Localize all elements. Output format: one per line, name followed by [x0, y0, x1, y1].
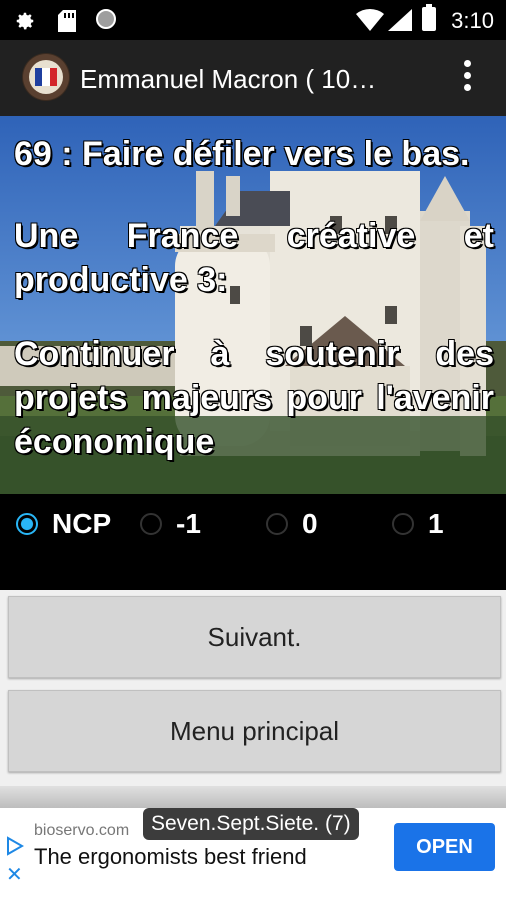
option-label: 0: [302, 508, 318, 539]
circle-icon: [96, 9, 116, 29]
question-section: Une France créative et productive 3:: [14, 217, 494, 299]
radio-icon[interactable]: [392, 513, 414, 535]
status-bar: 3:10: [0, 0, 506, 40]
option-minus-one[interactable]: -1: [140, 504, 201, 544]
next-button[interactable]: Suivant.: [8, 596, 501, 678]
overflow-menu-icon[interactable]: [464, 60, 472, 96]
button-panel: Suivant. Menu principal: [0, 590, 506, 786]
ad-headline[interactable]: The ergonomists best friend: [34, 844, 307, 870]
option-zero[interactable]: 0: [266, 504, 318, 544]
signal-icon: [388, 9, 412, 31]
option-ncp[interactable]: NCP: [16, 504, 111, 544]
sd-card-icon: [58, 10, 76, 32]
radio-icon[interactable]: [266, 513, 288, 535]
question-panel: 69 : Faire défiler vers le bas. Une Fran…: [0, 116, 506, 494]
ad-choices-icon[interactable]: [6, 836, 24, 856]
gear-icon: [16, 12, 34, 30]
toast-message: Seven.Sept.Siete. (7): [143, 808, 359, 840]
ad-open-button[interactable]: OPEN: [394, 823, 495, 871]
ad-close-icon[interactable]: ✕: [6, 862, 23, 887]
app-title: Emmanuel Macron ( 10…: [80, 64, 377, 94]
question-text: 69 : Faire défiler vers le bas. Une Fran…: [14, 132, 494, 464]
option-label: NCP: [52, 508, 112, 539]
question-title: 69 : Faire défiler vers le bas.: [14, 135, 470, 173]
radio-icon[interactable]: [140, 513, 162, 535]
app-logo-icon: [22, 53, 70, 101]
question-body: Continuer à soutenir des projets majeurs…: [14, 335, 494, 461]
main-menu-button[interactable]: Menu principal: [8, 690, 501, 772]
option-one[interactable]: 1: [392, 504, 444, 544]
radio-selected-icon[interactable]: [16, 513, 38, 535]
divider: [0, 786, 506, 808]
ad-domain: bioservo.com: [34, 822, 130, 839]
wifi-icon: [356, 8, 384, 32]
app-bar: Emmanuel Macron ( 10…: [0, 40, 506, 116]
clock: 3:10: [451, 8, 494, 33]
answer-options: NCP -1 0 1: [0, 494, 506, 590]
option-label: 1: [428, 508, 444, 539]
battery-icon: [422, 4, 436, 31]
option-label: -1: [176, 508, 201, 539]
